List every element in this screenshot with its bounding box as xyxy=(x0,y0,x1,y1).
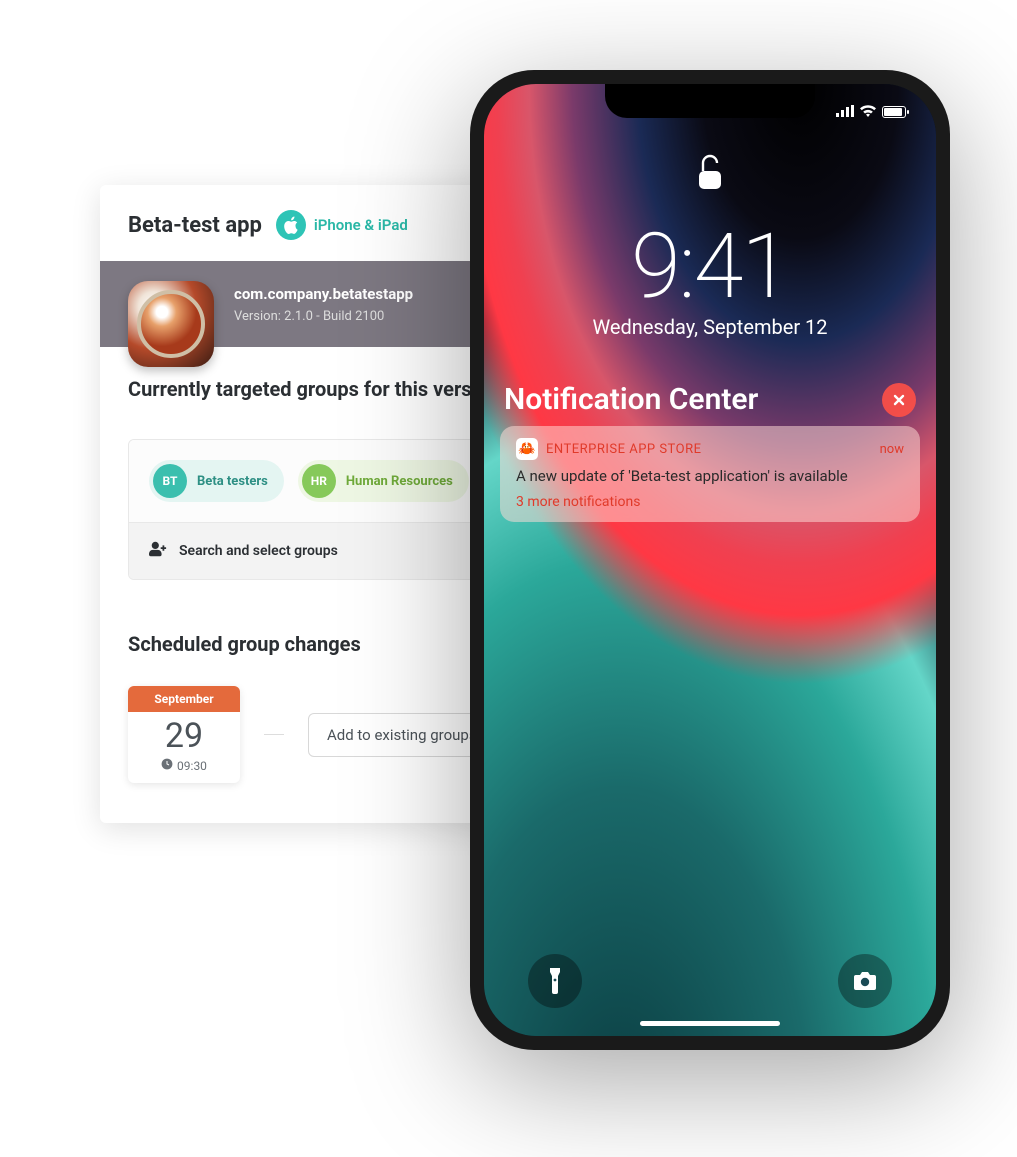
app-meta: com.company.betatestapp Version: 2.1.0 -… xyxy=(234,285,413,324)
group-pill[interactable]: BT Beta testers xyxy=(149,460,284,502)
app-icon xyxy=(128,281,214,367)
group-label: Human Resources xyxy=(346,474,453,489)
lock-date: Wednesday, September 12 xyxy=(484,315,936,339)
camera-button[interactable] xyxy=(838,954,892,1008)
user-plus-icon xyxy=(149,541,167,561)
group-avatar: HR xyxy=(302,464,336,498)
nc-title: Notification Center xyxy=(504,382,758,417)
home-indicator[interactable] xyxy=(640,1021,780,1026)
cellular-icon xyxy=(836,102,854,121)
notification-time: now xyxy=(880,442,904,457)
search-groups-label: Search and select groups xyxy=(179,543,338,559)
wifi-icon xyxy=(860,102,876,121)
lock-time: 9:41 xyxy=(484,214,936,319)
flashlight-button[interactable] xyxy=(528,954,582,1008)
phone-notch xyxy=(605,84,815,118)
date-month: September xyxy=(128,686,240,712)
connector-line xyxy=(264,734,284,735)
dropdown-label: Add to existing groups xyxy=(327,726,477,744)
app-title: Beta-test app xyxy=(128,213,262,238)
clock-icon xyxy=(161,758,173,773)
notification-app-name: ENTERPRISE APP STORE xyxy=(546,442,701,457)
notification-card[interactable]: 🦀 ENTERPRISE APP STORE now A new update … xyxy=(500,426,920,522)
group-avatar: BT xyxy=(153,464,187,498)
phone-frame: 9:41 Wednesday, September 12 Notificatio… xyxy=(470,70,950,1050)
apple-icon xyxy=(276,210,306,240)
status-bar xyxy=(836,102,906,121)
notification-more[interactable]: 3 more notifications xyxy=(516,494,904,510)
date-day: 29 xyxy=(128,712,240,758)
nc-close-button[interactable] xyxy=(882,383,916,417)
bundle-id: com.company.betatestapp xyxy=(234,285,413,303)
notification-center-header: Notification Center xyxy=(504,382,916,417)
phone-mockup: 9:41 Wednesday, September 12 Notificatio… xyxy=(470,70,950,1050)
phone-screen: 9:41 Wednesday, September 12 Notificatio… xyxy=(484,84,936,1036)
lock-icon xyxy=(696,177,724,196)
lock-screen: 9:41 Wednesday, September 12 xyxy=(484,154,936,339)
notification-app-icon: 🦀 xyxy=(516,438,538,460)
battery-icon xyxy=(882,106,906,118)
group-pill[interactable]: HR Human Resources xyxy=(298,460,469,502)
date-card[interactable]: September 29 09:30 xyxy=(128,686,240,783)
group-label: Beta testers xyxy=(197,474,268,489)
version-line: Version: 2.1.0 - Build 2100 xyxy=(234,309,413,324)
notification-body: A new update of 'Beta-test application' … xyxy=(516,466,904,486)
platform-label: iPhone & iPad xyxy=(314,216,408,234)
platform-badge: iPhone & iPad xyxy=(276,210,408,240)
lock-dock xyxy=(484,954,936,1008)
notification-header: 🦀 ENTERPRISE APP STORE now xyxy=(516,438,904,460)
date-time: 09:30 xyxy=(128,758,240,783)
